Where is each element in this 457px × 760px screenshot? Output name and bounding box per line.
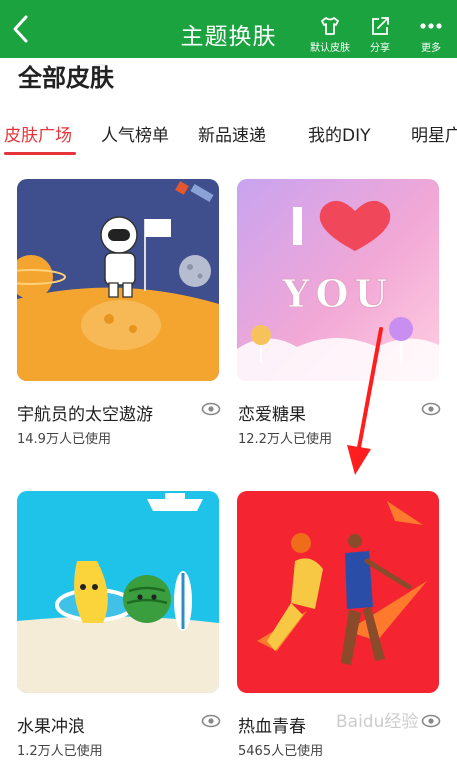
skin-name: 热血青春 [238, 717, 306, 737]
eye-icon[interactable] [421, 714, 441, 728]
top-bar: 主题换肤 默认皮肤 分享 更多 [0, 0, 457, 58]
usage-count: 14.9万人已使用 [17, 432, 111, 447]
share-icon [372, 17, 389, 35]
annotation-arrow-icon [347, 327, 383, 475]
tab-popular-ranking[interactable]: 人气榜单 [101, 121, 169, 146]
baidu-watermark: Baidu经验 [336, 712, 419, 732]
skin-name: 恋爱糖果 [238, 405, 306, 425]
tab-skin-plaza[interactable]: 皮肤广场 [4, 121, 72, 146]
heart-icon: YOU [237, 179, 439, 381]
tab-bar: 皮肤广场 人气榜单 新品速递 我的DIY 明星广 [0, 118, 457, 155]
basketball-icon [237, 491, 439, 693]
usage-count: 5465人已使用 [238, 744, 324, 759]
usage-count: 1.2万人已使用 [17, 744, 103, 759]
more-button[interactable]: 更多 [401, 16, 457, 54]
skin-name: 水果冲浪 [17, 717, 85, 737]
skin-name: 宇航员的太空遨游 [17, 405, 153, 425]
tab-star[interactable]: 明星广 [411, 121, 457, 146]
tab-new-arrivals[interactable]: 新品速递 [198, 121, 266, 146]
tshirt-icon [321, 17, 339, 35]
eye-icon[interactable] [421, 402, 441, 416]
skin-card-astronaut[interactable] [17, 179, 219, 381]
eye-icon[interactable] [201, 402, 221, 416]
skin-card-youth-basketball[interactable] [237, 491, 439, 693]
share-label: 分享 [370, 43, 390, 54]
active-tab-indicator [4, 152, 76, 155]
all-skins-heading: 全部皮肤 [18, 64, 114, 92]
svg-text:YOU: YOU [281, 271, 393, 316]
astronaut-icon [17, 179, 219, 381]
usage-count: 12.2万人已使用 [238, 432, 332, 447]
more-label: 更多 [421, 43, 441, 54]
skin-card-fruit-surfing[interactable] [17, 491, 219, 693]
fruit-icon [17, 491, 219, 693]
skin-card-love-candy[interactable]: YOU [237, 179, 439, 381]
more-icon [420, 23, 442, 29]
tab-my-diy[interactable]: 我的DIY [308, 121, 371, 146]
eye-icon[interactable] [201, 714, 221, 728]
default-skin-label: 默认皮肤 [310, 43, 350, 54]
